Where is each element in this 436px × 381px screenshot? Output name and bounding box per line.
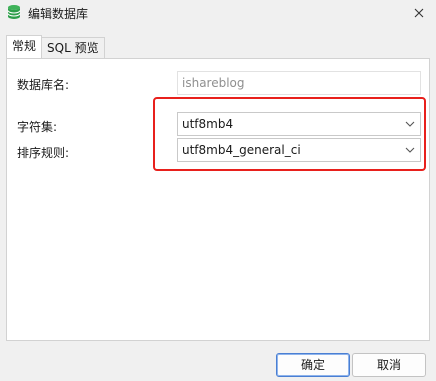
db-name-field: ishareblog [177,71,421,95]
tab-bar: 常规 SQL 预览 [6,35,105,59]
cancel-button[interactable]: 取消 [352,353,426,377]
tab-sql-preview[interactable]: SQL 预览 [41,37,105,58]
db-name-label: 数据库名: [17,78,70,92]
close-icon [414,8,424,18]
chevron-down-icon [405,147,415,153]
charset-value: utf8mb4 [182,117,234,131]
general-panel: 数据库名: ishareblog 字符集: utf8mb4 排序规则: utf8… [6,58,430,341]
collation-label: 排序规则: [17,146,70,160]
collation-value: utf8mb4_general_ci [182,143,301,157]
chevron-down-icon [405,121,415,127]
charset-select[interactable]: utf8mb4 [177,112,421,136]
title-bar: 编辑数据库 [0,0,436,26]
charset-label: 字符集: [17,120,58,134]
database-icon [6,4,22,20]
tab-general[interactable]: 常规 [6,35,43,58]
close-button[interactable] [408,2,430,24]
window-title: 编辑数据库 [28,7,89,21]
collation-select[interactable]: utf8mb4_general_ci [177,138,421,162]
ok-button[interactable]: 确定 [276,353,350,377]
